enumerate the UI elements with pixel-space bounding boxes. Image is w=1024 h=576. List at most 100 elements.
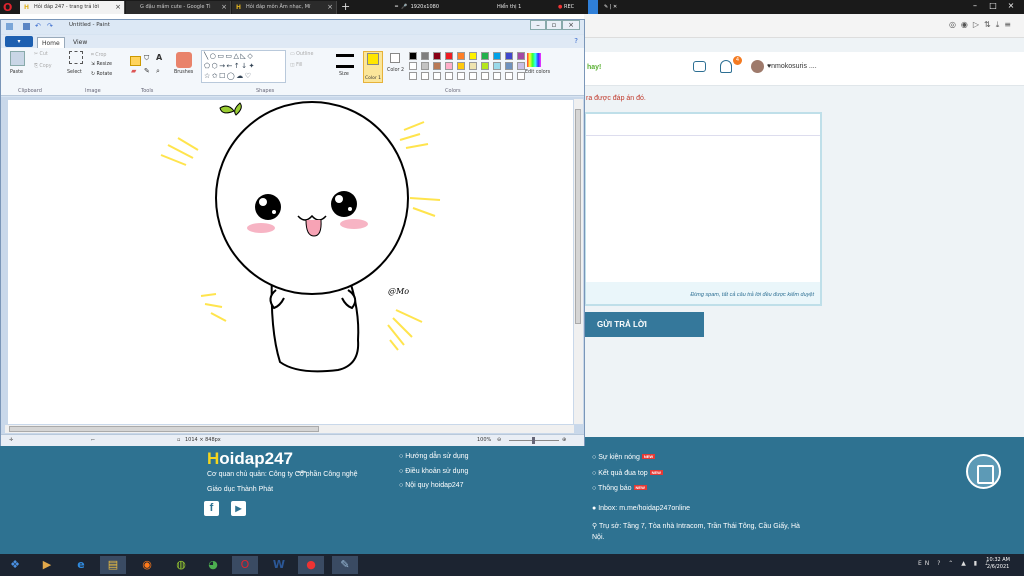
avatar[interactable] <box>751 60 764 73</box>
close-window-button[interactable]: × <box>1002 0 1020 12</box>
app-icon[interactable]: ◍ <box>168 556 194 574</box>
paint-maximize-button[interactable]: ▫ <box>546 20 562 30</box>
file-explorer-icon[interactable]: ▤ <box>100 556 126 574</box>
cut-button[interactable]: ✂ Cut <box>34 52 48 57</box>
footer-link[interactable]: ○ Sự kiện nóng NEW <box>592 450 663 466</box>
opera-icon[interactable]: O <box>232 556 258 574</box>
youtube-icon[interactable]: ▶ <box>231 501 246 516</box>
palette-swatch[interactable] <box>493 62 501 70</box>
submit-answer-button[interactable]: GỬI TRẢ LỜI <box>584 312 704 337</box>
footer-logo[interactable]: Hoidap247 .com <box>207 449 306 474</box>
redo-icon[interactable]: ↷ <box>47 23 54 30</box>
pencil-icon[interactable] <box>130 56 141 66</box>
inbox-line[interactable]: ● Inbox: m.me/hoidap247online <box>592 502 690 517</box>
palette-swatch[interactable] <box>517 62 525 70</box>
clock[interactable]: 10:32 AM 2/6/2021 <box>986 557 1010 571</box>
palette-swatch[interactable] <box>433 62 441 70</box>
palette-swatch-empty[interactable] <box>457 72 465 80</box>
palette-swatch[interactable] <box>481 62 489 70</box>
edit-colors-icon[interactable] <box>527 53 541 67</box>
undo-icon[interactable]: ↶ <box>35 23 42 30</box>
recorder-display[interactable]: Hiển thị 1 <box>497 0 521 14</box>
feedback-icon[interactable] <box>966 454 1001 489</box>
palette-swatch-empty[interactable] <box>469 72 477 80</box>
palette-swatch-empty[interactable] <box>517 72 525 80</box>
size-button[interactable]: Size <box>339 72 349 77</box>
palette-swatch-empty[interactable] <box>421 72 429 80</box>
tab-hoidap[interactable]: H Hỏi đáp 247 - trang trả lời × <box>20 1 125 14</box>
color-picker-icon[interactable]: ✎ <box>144 67 150 75</box>
palette-swatch-empty[interactable] <box>481 72 489 80</box>
size-icon[interactable] <box>336 54 354 68</box>
zoom-slider-handle[interactable] <box>532 437 535 444</box>
firefox-icon[interactable]: ◉ <box>134 556 160 574</box>
fill-icon[interactable]: ⛉ <box>144 54 149 63</box>
bell-icon[interactable] <box>720 60 732 73</box>
pen-icon[interactable]: ✎ | ✕ <box>604 0 617 14</box>
palette-swatch[interactable] <box>457 62 465 70</box>
paint-app-icon[interactable] <box>6 23 13 30</box>
new-tab-button[interactable]: + <box>341 0 350 13</box>
username[interactable]: ♥nmokosuris .... <box>767 63 817 70</box>
file-menu-button[interactable]: ▾ <box>5 36 33 47</box>
brushes-icon[interactable] <box>176 52 192 68</box>
rec-label[interactable]: REC <box>564 4 574 10</box>
footer-link[interactable]: ○ Nội quy hoidap247 <box>399 479 469 494</box>
opera-logo-icon[interactable]: O <box>3 1 12 14</box>
system-tray[interactable]: EN ? ⌃ ▲ ▮ ♪ <box>918 560 992 567</box>
recorder-icon[interactable]: ● <box>298 556 324 574</box>
palette-swatch[interactable] <box>481 52 489 60</box>
paste-button[interactable]: Paste <box>10 70 23 75</box>
close-icon[interactable]: × <box>221 1 227 14</box>
footer-link[interactable]: ○ Điều khoản sử dụng <box>399 465 469 480</box>
internet-explorer-icon[interactable]: e <box>68 556 94 574</box>
chat-icon[interactable] <box>693 61 706 72</box>
palette-swatch-empty[interactable] <box>445 72 453 80</box>
horizontal-scrollbar[interactable] <box>5 425 574 433</box>
palette-swatch[interactable] <box>469 62 477 70</box>
drawing-canvas[interactable]: @Mo <box>8 100 573 424</box>
help-icon[interactable]: ? <box>574 37 578 45</box>
facebook-icon[interactable]: f <box>204 501 219 516</box>
palette-swatch[interactable] <box>445 52 453 60</box>
palette-swatch[interactable] <box>505 52 513 60</box>
rotate-button[interactable]: ↻ Rotate <box>91 72 112 77</box>
palette-swatch[interactable] <box>409 62 417 70</box>
vertical-scrollbar[interactable] <box>574 99 583 424</box>
palette-swatch[interactable] <box>421 62 429 70</box>
brushes-button[interactable]: Brushes <box>174 70 193 75</box>
palette-swatch[interactable] <box>445 62 453 70</box>
palette-swatch[interactable] <box>433 52 441 60</box>
answer-editor[interactable]: Đừng spam, tất cả câu trả lời đều được k… <box>584 112 822 306</box>
minimize-button[interactable]: – <box>966 0 984 12</box>
palette-swatch[interactable] <box>517 52 525 60</box>
fill-button[interactable]: ◫ Fill <box>290 63 302 68</box>
palette-swatch[interactable] <box>493 52 501 60</box>
palette-swatch[interactable] <box>505 62 513 70</box>
palette-swatch[interactable] <box>457 52 465 60</box>
footer-link[interactable]: ○ Hướng dẫn sử dụng <box>399 450 469 465</box>
palette-swatch-empty[interactable] <box>505 72 513 80</box>
eraser-icon[interactable]: ▰ <box>131 67 136 75</box>
tab-view[interactable]: View <box>69 37 91 48</box>
word-icon[interactable]: W <box>266 556 292 574</box>
shapes-gallery[interactable]: ╲○▭▭△◺◇ ⬠⬡→←↑↓✦ ☆✩☐◯☁♡ <box>201 50 286 83</box>
palette-swatch-empty[interactable] <box>433 72 441 80</box>
chrome-icon[interactable]: ◕ <box>200 556 226 574</box>
edit-colors-button[interactable]: Edit colors <box>525 70 550 75</box>
paint-close-button[interactable]: × <box>562 20 580 30</box>
recorder-stop-icon[interactable] <box>588 0 598 14</box>
paint-icon[interactable]: ✎ <box>332 556 358 574</box>
select-button[interactable]: Select <box>67 70 82 75</box>
crop-button[interactable]: ⌗ Crop <box>91 52 106 58</box>
tab-google[interactable]: G đậu mầm cute - Google Tì × <box>126 1 231 14</box>
media-player-icon[interactable]: ▶ <box>34 556 60 574</box>
footer-link[interactable]: ○ Kết quả đua top NEW <box>592 466 663 482</box>
text-icon[interactable]: A <box>156 53 162 62</box>
maximize-button[interactable]: □ <box>984 0 1002 12</box>
color2-swatch[interactable] <box>390 53 400 63</box>
zoom-in-icon[interactable]: ⊕ <box>562 435 566 446</box>
close-icon[interactable]: × <box>115 1 121 14</box>
palette-swatch[interactable] <box>421 52 429 60</box>
palette-swatch[interactable] <box>409 52 417 60</box>
